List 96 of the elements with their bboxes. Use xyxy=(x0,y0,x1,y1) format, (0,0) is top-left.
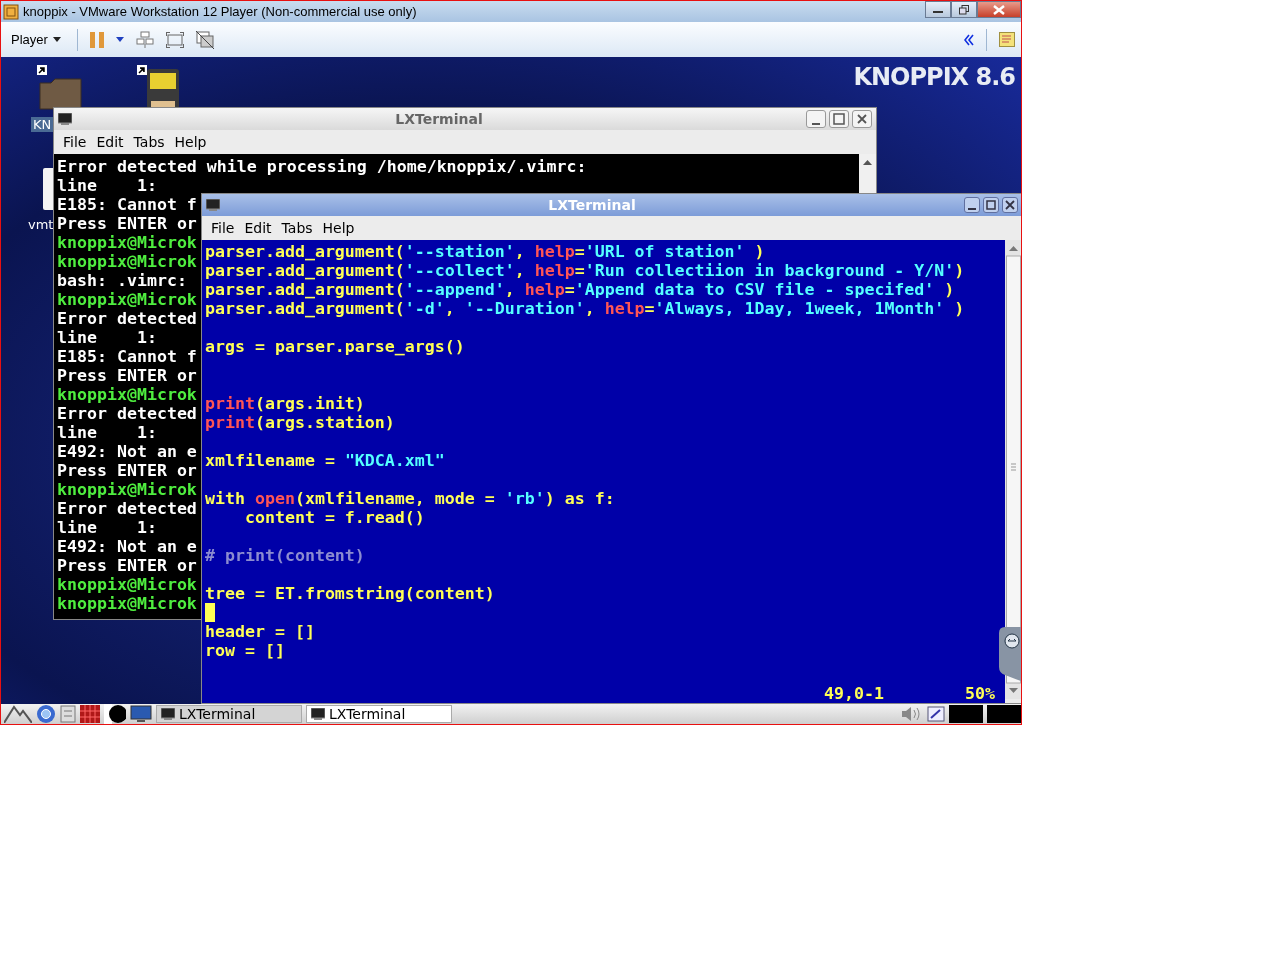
menu-item[interactable]: Edit xyxy=(91,134,129,150)
desktop-logo: KNOPPIX 8.6 xyxy=(853,63,1015,91)
menu-item[interactable]: Help xyxy=(317,220,360,236)
icon-label[interactable]: KN xyxy=(31,117,54,132)
window-title: knoppix - VMware Workstation 12 Player (Non-commercial use only) xyxy=(23,4,418,19)
terminal-output: Error detected while processing /home/knoppix/.vimrc: xyxy=(57,157,587,176)
shell-prompt: knoppix@Microk xyxy=(57,575,197,594)
terminal-output: line 1: xyxy=(57,328,157,347)
memory-card-icon[interactable] xyxy=(137,65,179,109)
code-line: header = [] xyxy=(205,622,315,641)
player-menu[interactable]: Player xyxy=(7,32,65,47)
terminal-icon xyxy=(58,113,72,125)
minimize-icon xyxy=(812,123,820,125)
minimize-button[interactable] xyxy=(964,197,980,213)
menu-item[interactable]: Help xyxy=(169,134,212,150)
taskbar-button[interactable]: LXTerminal xyxy=(156,705,302,723)
fullscreen-icon[interactable] xyxy=(165,31,184,48)
terminal-output: E492: Not an e xyxy=(57,442,197,461)
terminal-output: line 1: xyxy=(57,176,157,195)
caret-icon xyxy=(52,37,61,42)
terminal-output: Press ENTER or xyxy=(57,214,197,233)
menu-item[interactable]: Tabs xyxy=(276,220,318,236)
maximize-button[interactable] xyxy=(983,197,999,213)
folder-icon[interactable] xyxy=(37,65,85,111)
restore-button[interactable] xyxy=(951,1,977,18)
shell-prompt: knoppix@Microk xyxy=(57,252,197,271)
menu-item[interactable]: File xyxy=(206,220,240,236)
menu-item[interactable]: File xyxy=(58,134,92,150)
shell-prompt: knoppix@Microk xyxy=(57,233,197,252)
minimize-button[interactable] xyxy=(925,1,951,18)
tray-indicator xyxy=(987,705,1021,723)
window-title: LXTerminal xyxy=(547,197,637,213)
side-tab-icon[interactable] xyxy=(999,627,1021,681)
mountain-icon[interactable] xyxy=(4,705,32,723)
terminal-output: Press ENTER or xyxy=(57,556,197,575)
terminal-output: Error detected xyxy=(57,309,197,328)
minimize-button[interactable] xyxy=(806,110,826,128)
shell-prompt: knoppix@Microk xyxy=(57,290,197,309)
unity-icon[interactable] xyxy=(195,30,214,49)
shell-prompt: knoppix@Microk xyxy=(57,480,197,499)
terminal-output: Error detected xyxy=(57,404,197,423)
half-circle-icon[interactable] xyxy=(104,704,126,724)
text-cursor xyxy=(205,603,215,622)
terminal-output: E185: Cannot f xyxy=(57,347,197,366)
code-line: parser.add_argument('--station', help='URL of station' ) xyxy=(205,242,765,261)
code-line: args = parser.parse_args() xyxy=(205,337,465,356)
code-line: parser.add_argument('--append', help='Append data to CSV file - specifed' ) xyxy=(205,280,955,299)
close-button[interactable] xyxy=(852,110,872,128)
terminal-output: E492: Not an e xyxy=(57,537,197,556)
code-line: print(args.init) xyxy=(205,394,365,413)
terminal-icon xyxy=(206,199,220,211)
double-chevron-icon[interactable] xyxy=(964,33,974,46)
monitor-icon[interactable] xyxy=(130,705,152,723)
browser-icon[interactable] xyxy=(36,704,56,724)
close-icon xyxy=(857,114,867,124)
close-button[interactable] xyxy=(1002,197,1018,213)
code-line: print(args.station) xyxy=(205,413,395,432)
shell-prompt: knoppix@Microk xyxy=(57,594,197,613)
close-icon xyxy=(1005,200,1015,210)
taskbar-button[interactable]: LXTerminal xyxy=(306,705,452,723)
restore-icon xyxy=(959,4,969,15)
terminal-output: bash: .vimrc: xyxy=(57,271,188,290)
minimize-icon xyxy=(968,208,976,210)
menu-item[interactable]: Edit xyxy=(239,220,277,236)
network-status-icon[interactable] xyxy=(927,706,945,722)
scroll-percent: 50% xyxy=(965,684,995,703)
maximize-icon xyxy=(833,113,845,125)
terminal-output: Press ENTER or xyxy=(57,461,197,480)
app-icon xyxy=(3,3,19,20)
code-line: parser.add_argument('--collect', help='Run collectiion in background - Y/N') xyxy=(205,261,965,280)
cursor-position: 49,0-1 xyxy=(824,684,884,703)
code-line: with open(xmlfilename, mode = 'rb') as f: xyxy=(205,489,615,508)
terminal-output: Press ENTER or xyxy=(57,366,197,385)
tray-indicator xyxy=(949,705,983,723)
terminal-icon xyxy=(311,708,325,720)
code-line: xmlfilename = "KDCA.xml" xyxy=(205,451,445,470)
terminal-icon xyxy=(161,708,175,720)
maximize-icon xyxy=(986,200,996,210)
code-line: tree = ET.fromstring(content) xyxy=(205,584,495,603)
icon-label[interactable]: vmt xyxy=(26,217,56,232)
terminal-output: line 1: xyxy=(57,518,157,537)
menu-item[interactable]: Tabs xyxy=(128,134,170,150)
caret-icon[interactable] xyxy=(115,37,124,42)
window-title: LXTerminal xyxy=(394,111,484,127)
code-line: # print(content) xyxy=(205,546,365,565)
close-icon xyxy=(993,4,1005,15)
terminal-output: line 1: xyxy=(57,423,157,442)
terminal-output: Error detected xyxy=(57,499,197,518)
network-icon[interactable] xyxy=(135,30,154,49)
maximize-button[interactable] xyxy=(829,110,849,128)
code-line: parser.add_argument('-d', '--Duration', help='Always, 1Day, 1week, 1Month' ) xyxy=(205,299,965,318)
code-line: row = [] xyxy=(205,641,285,660)
close-button[interactable] xyxy=(977,1,1021,18)
terminal-output: E185: Cannot f xyxy=(57,195,197,214)
shell-prompt: knoppix@Microk xyxy=(57,385,197,404)
code-line: content = f.read() xyxy=(243,508,425,527)
